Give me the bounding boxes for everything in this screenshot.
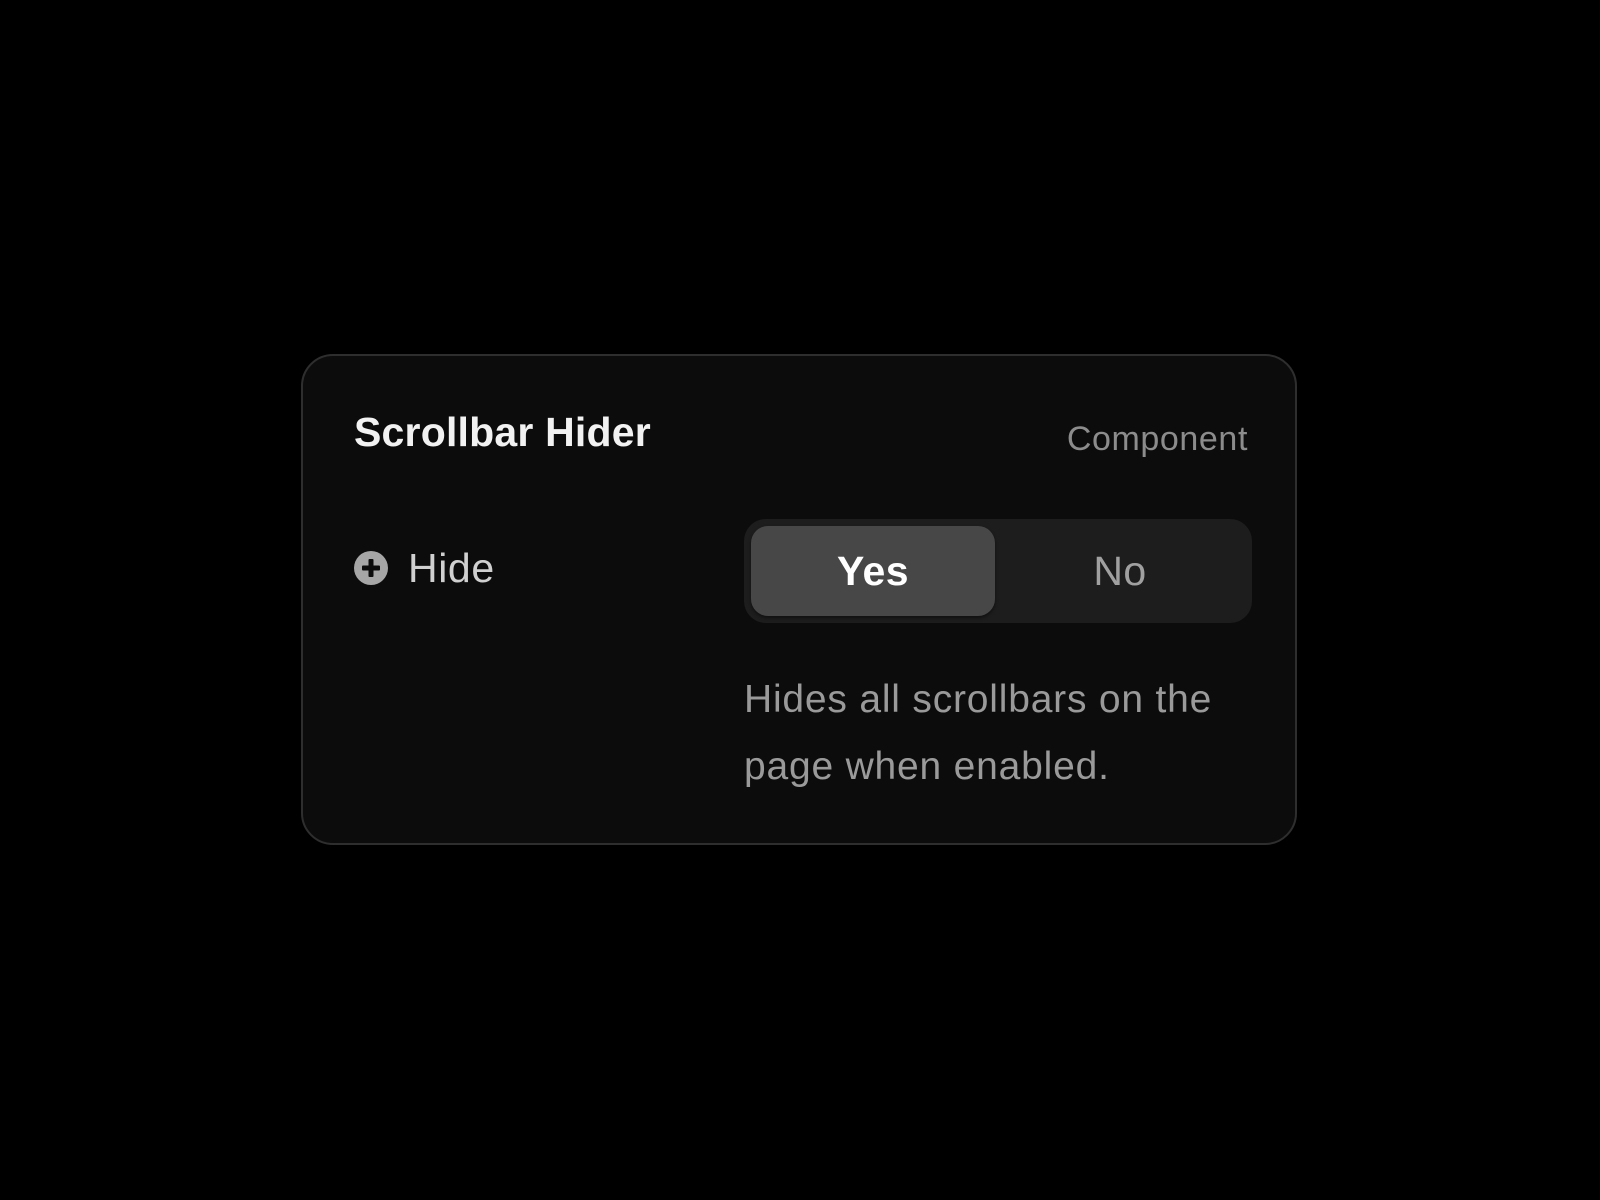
no-option-button[interactable]: No <box>995 526 1245 616</box>
canvas: Scrollbar Hider Component Hide Yes No Hi… <box>0 0 1600 1200</box>
hide-segmented-control: Yes No <box>744 519 1252 623</box>
yes-option-button[interactable]: Yes <box>751 526 995 616</box>
plus-circle-icon[interactable] <box>354 551 388 585</box>
component-panel: Scrollbar Hider Component Hide Yes No Hi… <box>301 354 1297 845</box>
component-type-label: Component <box>1066 420 1248 458</box>
property-hide[interactable]: Hide <box>354 546 495 590</box>
panel-title: Scrollbar Hider <box>354 409 651 455</box>
property-label: Hide <box>408 544 495 591</box>
property-description: Hides all scrollbars on the page when en… <box>744 678 1213 788</box>
